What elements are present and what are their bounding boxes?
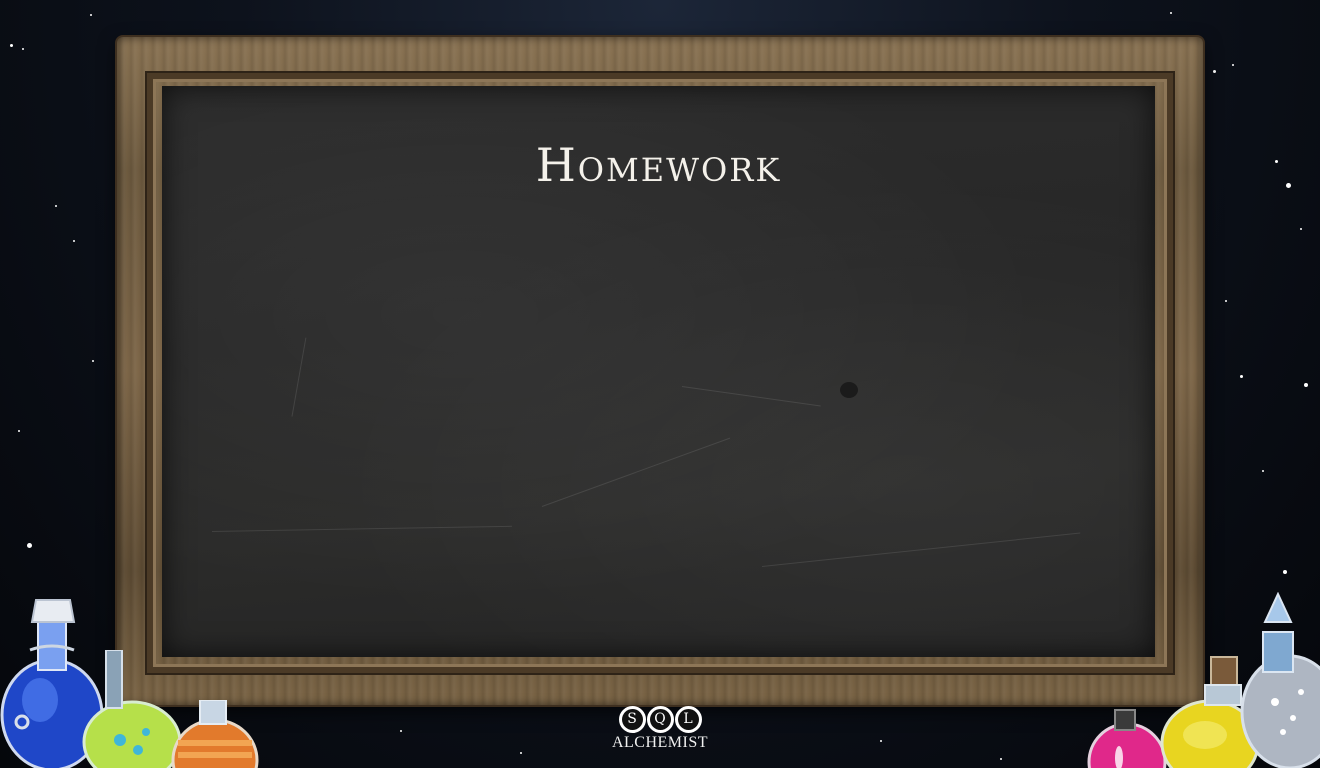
logo-letter-text: S: [621, 709, 643, 730]
chalk-scratch: [681, 386, 821, 407]
chalkboard-stain: [840, 382, 858, 398]
chalk-scratch: [211, 525, 512, 532]
page-title: Homework: [535, 138, 782, 192]
logo-letter-text: L: [677, 709, 699, 730]
orange-potion-bottle-icon: [171, 700, 259, 768]
chalkboard-frame: Homework: [117, 37, 1203, 705]
silver-potion-bottle-icon: [1240, 592, 1320, 768]
sql-alchemist-logo: S Q L ALCHEMIST: [605, 706, 715, 766]
chalk-scratch: [541, 437, 731, 507]
chalk-scratch: [761, 532, 1081, 567]
chalk-scratch: [291, 337, 307, 417]
logo-letter-l: L: [674, 706, 702, 733]
chalkboard: Homework: [162, 86, 1155, 657]
logo-letter-q: Q: [646, 706, 674, 733]
logo-letter-text: Q: [649, 709, 671, 730]
logo-wordmark: ALCHEMIST: [611, 734, 709, 751]
logo-letter-s: S: [618, 706, 646, 733]
logo-letter-circles: S Q L: [605, 706, 715, 733]
